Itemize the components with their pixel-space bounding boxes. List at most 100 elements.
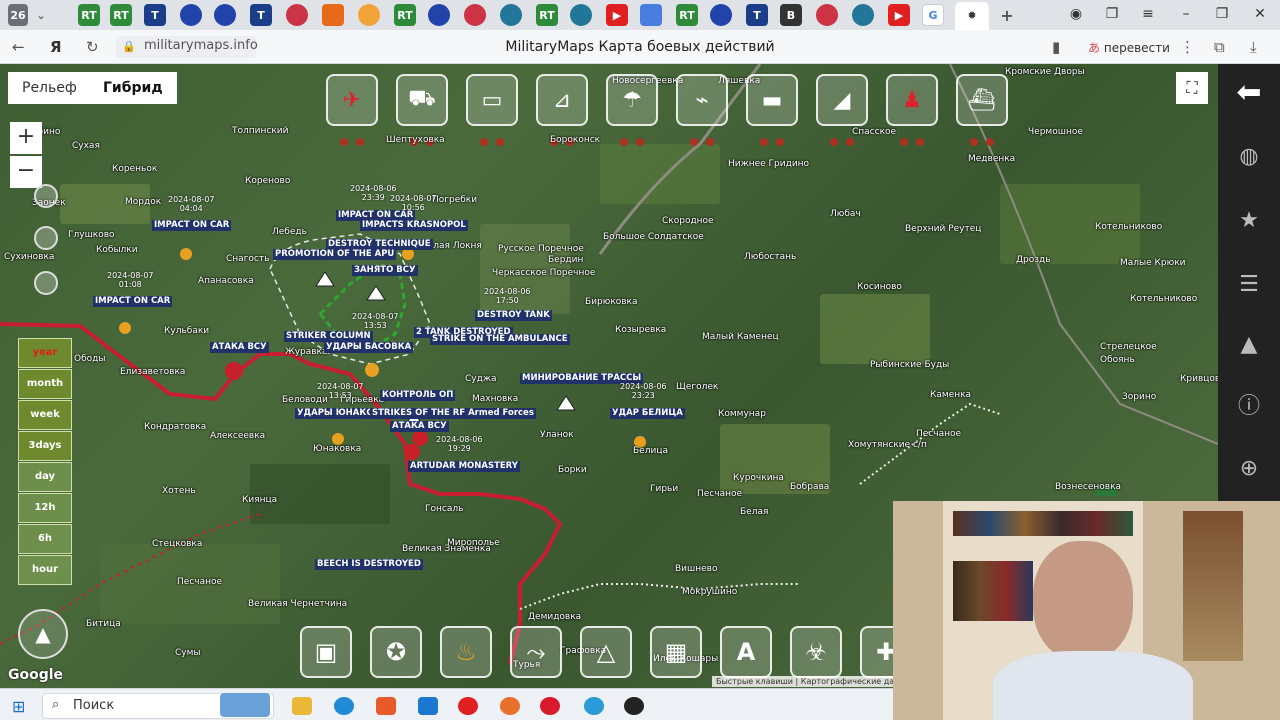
- map-attribution[interactable]: Быстрые клавиши | Картографические данны…: [712, 676, 920, 687]
- profile-icon[interactable]: ◉: [1066, 6, 1086, 22]
- edge-icon[interactable]: [334, 697, 354, 715]
- windows-start-icon[interactable]: ⊞: [12, 697, 25, 716]
- layer-toggle-icon[interactable]: [34, 226, 58, 250]
- time-filter-week[interactable]: week: [18, 400, 72, 430]
- chevron-down-icon[interactable]: ⌄: [30, 4, 52, 26]
- tab-favicon[interactable]: [570, 4, 592, 26]
- restore-icon[interactable]: ❐: [1212, 6, 1232, 22]
- opera-icon[interactable]: [540, 697, 560, 715]
- bookmark-icon[interactable]: ▮: [1052, 38, 1060, 56]
- event-label[interactable]: КОНТРОЛЬ ОП: [380, 390, 456, 401]
- tab-favicon[interactable]: T: [144, 4, 166, 26]
- jet-icon[interactable]: ✈: [326, 74, 378, 126]
- close-icon[interactable]: ✕: [1250, 6, 1270, 22]
- back-icon[interactable]: ←: [12, 38, 25, 56]
- event-label[interactable]: ARTUDAR MONASTERY: [408, 461, 520, 472]
- layer-toggle-icon[interactable]: [34, 184, 58, 208]
- tabs-icon[interactable]: ❐: [1102, 6, 1122, 22]
- telegram-icon[interactable]: [584, 697, 604, 715]
- tab-favicon[interactable]: ▶: [606, 4, 628, 26]
- zoom-out-button[interactable]: −: [10, 156, 42, 188]
- time-filter-6h[interactable]: 6h: [18, 524, 72, 554]
- menu-icon[interactable]: ≡: [1138, 6, 1158, 22]
- fire-icon[interactable]: ♨: [440, 626, 492, 678]
- fullscreen-icon[interactable]: ⛶: [1176, 72, 1208, 104]
- location-pin-icon[interactable]: ◍: [1234, 142, 1264, 172]
- app-icon[interactable]: [376, 697, 396, 715]
- tab-favicon[interactable]: [358, 4, 380, 26]
- ship-icon[interactable]: ⛴: [956, 74, 1008, 126]
- event-label[interactable]: IMPACT ON CAR: [152, 220, 232, 231]
- tab-favicon[interactable]: [180, 4, 202, 26]
- menu-lines-icon[interactable]: ☰: [1234, 270, 1264, 300]
- biohazard-icon[interactable]: ☣: [790, 626, 842, 678]
- tab-favicon[interactable]: G: [922, 4, 944, 26]
- text-a-icon[interactable]: A: [720, 626, 772, 678]
- navigation-icon[interactable]: ▲: [1234, 330, 1264, 360]
- event-label[interactable]: STRIKES OF THE RF Armed Forces: [370, 408, 536, 419]
- soldier-icon[interactable]: ♟: [886, 74, 938, 126]
- fortification-icon[interactable]: ▣: [300, 626, 352, 678]
- time-filter-day[interactable]: day: [18, 462, 72, 492]
- tab-favicon[interactable]: [286, 4, 308, 26]
- maptype-relief[interactable]: Рельеф: [8, 72, 91, 104]
- app-icon[interactable]: [624, 697, 644, 715]
- tab-favicon[interactable]: T: [250, 4, 272, 26]
- time-filter-hour[interactable]: hour: [18, 555, 72, 585]
- time-filter-3days[interactable]: 3days: [18, 431, 72, 461]
- tab-favicon[interactable]: [464, 4, 486, 26]
- arrow-left-icon[interactable]: ⬅: [1234, 78, 1264, 108]
- tab-favicon[interactable]: [640, 4, 662, 26]
- tab-favicon[interactable]: [852, 4, 874, 26]
- reload-icon[interactable]: ↻: [86, 38, 99, 56]
- event-label[interactable]: IMPACT ON CAR: [93, 296, 173, 307]
- yandex-icon[interactable]: Я: [50, 38, 62, 56]
- helicopter-icon[interactable]: ⌁: [676, 74, 728, 126]
- tab-counter[interactable]: 26: [8, 4, 28, 26]
- event-label[interactable]: УДАР БЕЛИЦА: [610, 408, 685, 419]
- tab-favicon[interactable]: [214, 4, 236, 26]
- more-icon[interactable]: ⋮: [1180, 38, 1195, 56]
- event-label[interactable]: STRIKE ON THE AMBULANCE: [430, 334, 570, 345]
- time-filter-year[interactable]: year: [18, 338, 72, 368]
- armored-vehicle-icon[interactable]: ▭: [466, 74, 518, 126]
- tab-favicon[interactable]: [816, 4, 838, 26]
- event-label[interactable]: АТАКА ВСУ: [390, 421, 449, 432]
- tab-favicon[interactable]: ▶: [888, 4, 910, 26]
- tab-favicon[interactable]: [500, 4, 522, 26]
- time-filter-12h[interactable]: 12h: [18, 493, 72, 523]
- zoom-in-button[interactable]: +: [10, 122, 42, 154]
- tab-favicon[interactable]: [710, 4, 732, 26]
- compass-icon[interactable]: ▲: [18, 609, 68, 659]
- tab-favicon[interactable]: RT: [536, 4, 558, 26]
- tab-favicon[interactable]: [322, 4, 344, 26]
- url-field[interactable]: militarymaps.info: [116, 36, 258, 58]
- event-label[interactable]: IMPACTS KRASNOPOL: [360, 220, 468, 231]
- tank-icon[interactable]: ▬: [746, 74, 798, 126]
- translate-button[interactable]: あ перевести: [1088, 36, 1172, 58]
- star-icon[interactable]: ✪: [370, 626, 422, 678]
- info-icon[interactable]: ⓘ: [1234, 392, 1264, 422]
- extensions-icon[interactable]: ⧉: [1214, 38, 1225, 56]
- mail-icon[interactable]: [418, 697, 438, 715]
- maptype-hybrid[interactable]: Гибрид: [89, 72, 177, 104]
- tab-favicon[interactable]: RT: [676, 4, 698, 26]
- event-label[interactable]: PROMOTION OF THE APU: [273, 249, 397, 260]
- event-label[interactable]: УДАРЫ БАСОВКА: [324, 342, 414, 353]
- tab-favicon[interactable]: [428, 4, 450, 26]
- truck-icon[interactable]: ⛟: [396, 74, 448, 126]
- file-explorer-icon[interactable]: [292, 697, 312, 715]
- tab-favicon[interactable]: T: [746, 4, 768, 26]
- tab-favicon[interactable]: RT: [394, 4, 416, 26]
- artillery-icon[interactable]: ⊿: [536, 74, 588, 126]
- tab-favicon[interactable]: B: [780, 4, 802, 26]
- language-flag-icon[interactable]: ⊕: [1234, 454, 1264, 484]
- mlrs-icon[interactable]: ◢: [816, 74, 868, 126]
- event-label[interactable]: BEECH IS DESTROYED: [315, 559, 423, 570]
- yandex-browser-icon[interactable]: [458, 697, 478, 715]
- paratrooper-icon[interactable]: ☂: [606, 74, 658, 126]
- event-label[interactable]: DESTROY TANK: [475, 310, 552, 321]
- star-icon[interactable]: ★: [1234, 206, 1264, 236]
- downloads-icon[interactable]: ⤓: [1250, 38, 1257, 56]
- firefox-icon[interactable]: [500, 697, 520, 715]
